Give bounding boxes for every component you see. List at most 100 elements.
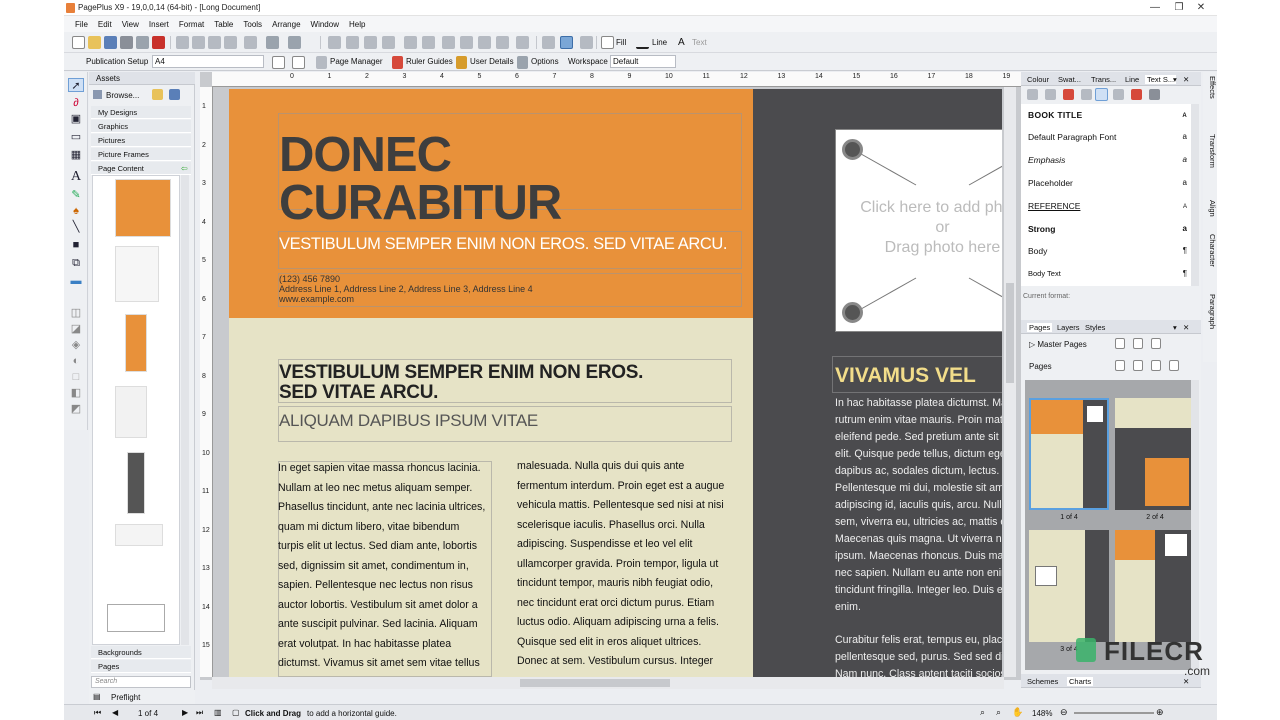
line-tool-icon[interactable]: ╲: [68, 220, 84, 234]
tab-align[interactable]: Align: [1203, 200, 1217, 217]
vertical-scroll-thumb[interactable]: [1006, 283, 1014, 383]
tab-colour[interactable]: Colour: [1027, 75, 1049, 84]
options-icon[interactable]: [517, 56, 528, 69]
restore-button[interactable]: ❐: [1168, 1, 1190, 14]
style-icon[interactable]: [1095, 88, 1108, 101]
style-icon[interactable]: [1063, 89, 1074, 100]
page-indicator[interactable]: 1 of 4: [138, 709, 158, 718]
category-backgrounds[interactable]: Backgrounds: [91, 646, 191, 659]
arrange-icon[interactable]: [516, 36, 529, 49]
menu-arrange[interactable]: Arrange: [267, 20, 305, 29]
tab-text-styles[interactable]: Text S...: [1145, 75, 1177, 84]
style-strong[interactable]: Strong a: [1028, 218, 1191, 240]
style-placeholder[interactable]: Placeholder a: [1028, 172, 1191, 194]
doc-subtitle[interactable]: VESTIBULUM SEMPER ENIM NON EROS. SED VIT…: [279, 235, 727, 254]
category-graphics[interactable]: Graphics: [91, 120, 191, 133]
style-icon[interactable]: [1045, 89, 1056, 100]
crop-tool-icon[interactable]: ▣: [68, 112, 84, 126]
print-preview-icon[interactable]: [136, 36, 149, 49]
panel-close-icon[interactable]: ✕: [1183, 75, 1189, 84]
photo-placeholder[interactable]: Click here to add photo or Drag photo he…: [835, 129, 1002, 332]
vertical-scrollbar[interactable]: [1004, 87, 1016, 677]
body-column-1[interactable]: In eget sapien vitae massa rhoncus lacin…: [278, 459, 492, 674]
ruler-guides-icon[interactable]: [392, 56, 403, 69]
group-icon[interactable]: [404, 36, 417, 49]
category-pictures[interactable]: Pictures: [91, 134, 191, 147]
content-thumb[interactable]: [127, 452, 145, 514]
zoom-in-icon[interactable]: ⊕: [1156, 707, 1164, 718]
menu-help[interactable]: Help: [344, 20, 370, 29]
document-page[interactable]: DONEC CURABITUR VESTIBULUM SEMPER ENIM N…: [229, 89, 1002, 677]
send-back-icon[interactable]: [382, 36, 395, 49]
tab-transparency[interactable]: Trans...: [1091, 75, 1116, 84]
copy-icon[interactable]: [192, 36, 205, 49]
page-thumb-3[interactable]: [1029, 530, 1109, 642]
style-default-paragraph-font[interactable]: Default Paragraph Font a: [1028, 126, 1191, 148]
eyedropper-tool-icon[interactable]: ◐: [68, 354, 84, 368]
zoom-out-icon[interactable]: ⊖: [1060, 707, 1068, 718]
line-label[interactable]: Line: [652, 38, 667, 47]
line-swatch-icon[interactable]: [636, 36, 649, 49]
align-icon[interactable]: [422, 36, 435, 49]
style-book-title[interactable]: BOOK TITLE a: [1028, 104, 1191, 126]
publication-setup-label[interactable]: Publication Setup: [86, 57, 148, 66]
menu-insert[interactable]: Insert: [144, 20, 174, 29]
folder-icon[interactable]: [152, 89, 163, 100]
connector-tool-icon[interactable]: ⧉: [68, 256, 84, 270]
tab-schemes[interactable]: Schemes: [1027, 677, 1058, 686]
workspace-select[interactable]: Default: [610, 55, 676, 68]
pdf-icon[interactable]: [152, 36, 165, 49]
options-button[interactable]: Options: [531, 57, 559, 66]
style-body[interactable]: Body ¶: [1028, 240, 1191, 262]
text-label[interactable]: Text: [692, 38, 707, 47]
minimize-button[interactable]: —: [1144, 1, 1166, 14]
style-icon[interactable]: [1027, 89, 1038, 100]
panel-close-icon[interactable]: ✕: [1183, 677, 1189, 686]
doc-title-line2[interactable]: CURABITUR: [279, 179, 562, 228]
style-icon[interactable]: [1149, 89, 1160, 100]
flip-icon[interactable]: [478, 36, 491, 49]
style-emphasis[interactable]: Emphasis a: [1028, 149, 1191, 171]
first-page-icon[interactable]: ⏮: [94, 708, 101, 718]
content-thumb[interactable]: [125, 314, 147, 372]
page-manager-status-icon[interactable]: ▥: [214, 708, 222, 717]
fill-swatch-icon[interactable]: [601, 36, 614, 49]
tab-paragraph[interactable]: Paragraph: [1203, 294, 1217, 329]
text-tool-icon[interactable]: A: [68, 170, 84, 184]
view-icon[interactable]: [580, 36, 593, 49]
style-icon[interactable]: [1081, 89, 1092, 100]
page-thumb-4[interactable]: [1115, 530, 1195, 642]
article-heading-line1[interactable]: VESTIBULUM SEMPER ENIM NON EROS.: [279, 363, 643, 382]
frame-tool-icon[interactable]: ▭: [68, 130, 84, 144]
tab-transform[interactable]: Transform: [1203, 134, 1217, 168]
page-manager-button[interactable]: Page Manager: [330, 57, 382, 66]
assets-search-input[interactable]: Search: [91, 676, 191, 688]
bring-front-icon[interactable]: [328, 36, 341, 49]
zoom-slider[interactable]: [1074, 712, 1154, 714]
open-icon[interactable]: [88, 36, 101, 49]
save-icon[interactable]: [104, 36, 117, 49]
master-pages-row[interactable]: ▷ Master Pages: [1029, 340, 1087, 349]
prev-page-icon[interactable]: ◀: [112, 708, 118, 717]
category-page-content[interactable]: Page Content: [91, 162, 191, 175]
tab-pages[interactable]: Pages: [1027, 323, 1053, 332]
content-thumb[interactable]: [115, 246, 159, 302]
page-thumb-1[interactable]: [1029, 398, 1109, 510]
browse-button[interactable]: Browse...: [106, 91, 139, 100]
master-dup-icon[interactable]: [1133, 338, 1143, 349]
last-page-icon[interactable]: ⏭: [196, 708, 203, 718]
effects-tool-icon[interactable]: ◧: [68, 386, 84, 400]
style-icon[interactable]: [1113, 89, 1124, 100]
menu-file[interactable]: File: [70, 20, 93, 29]
user-details-icon[interactable]: [456, 56, 467, 69]
picture-tool-icon[interactable]: ▬: [68, 274, 84, 288]
pen-tool-icon[interactable]: ✎: [68, 188, 84, 202]
page-dup-icon[interactable]: [1133, 360, 1143, 371]
style-body-text[interactable]: Body Text ¶: [1028, 263, 1191, 285]
redo-icon[interactable]: [288, 36, 301, 49]
menu-window[interactable]: Window: [306, 20, 344, 29]
article-subheading[interactable]: ALIQUAM DAPIBUS IPSUM VITAE: [279, 411, 538, 431]
transparency-tool-icon[interactable]: ◫: [68, 306, 84, 320]
menu-view[interactable]: View: [117, 20, 144, 29]
rotate-icon[interactable]: [460, 36, 473, 49]
